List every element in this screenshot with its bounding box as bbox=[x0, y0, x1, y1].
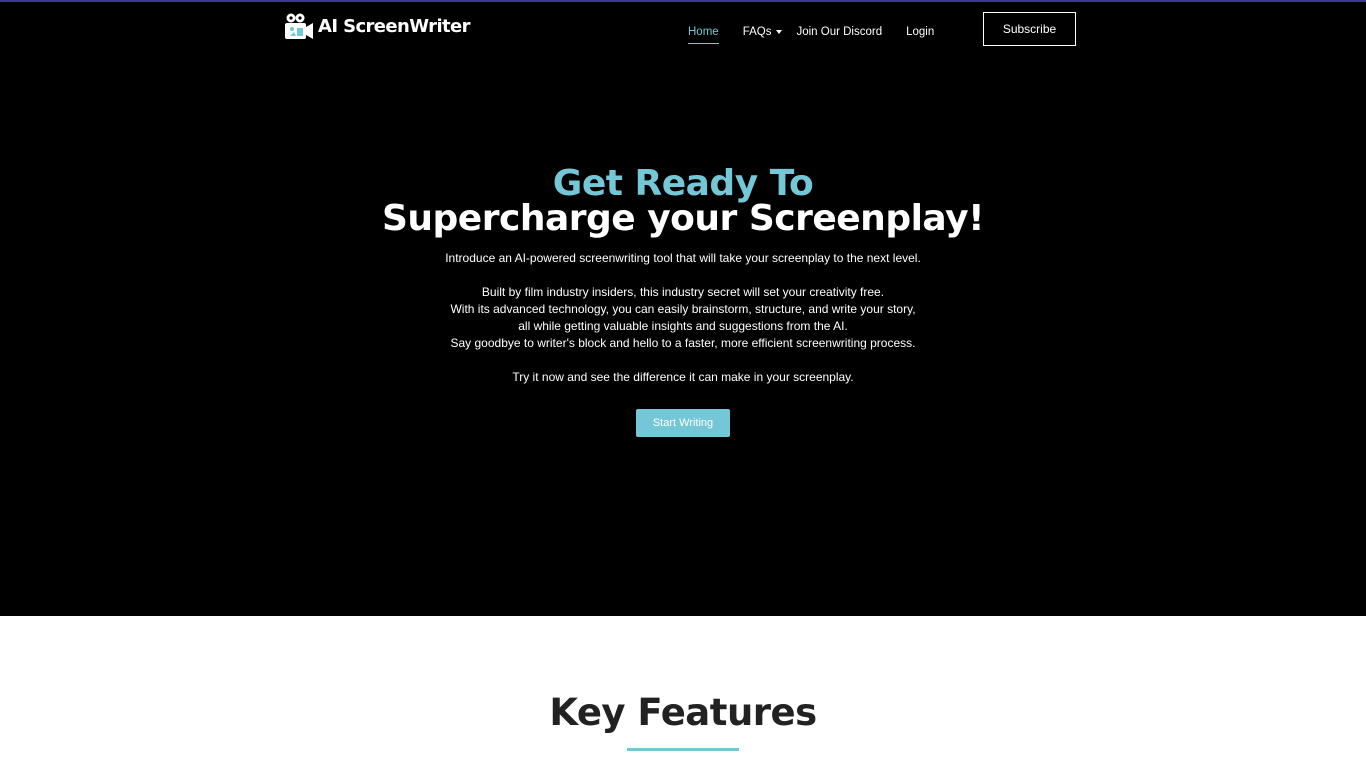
hero-body-line: Say goodbye to writer's block and hello … bbox=[450, 336, 916, 350]
hero-closing-text: Try it now and see the difference it can… bbox=[512, 370, 854, 384]
key-features-section: Key Features bbox=[0, 616, 1366, 768]
title-underline bbox=[627, 748, 739, 751]
hero-body-line: With its advanced technology, you can ea… bbox=[450, 302, 916, 316]
film-camera-icon bbox=[285, 13, 313, 39]
nav-home-link[interactable]: Home bbox=[688, 23, 719, 44]
hero-body-line: all while getting valuable insights and … bbox=[518, 319, 848, 333]
hero-intro-text: Introduce an AI-powered screenwriting to… bbox=[445, 251, 921, 265]
nav-faqs-dropdown[interactable]: FAQs bbox=[743, 23, 783, 41]
hero-headline-line-2: Supercharge your Screenplay! bbox=[381, 198, 985, 239]
brand-name: AI ScreenWriter bbox=[318, 16, 471, 37]
nav-discord-link[interactable]: Join Our Discord bbox=[796, 23, 882, 41]
nav-links: Home FAQs Join Our Discord Login bbox=[688, 20, 934, 44]
key-features-title: Key Features bbox=[549, 691, 817, 734]
navbar: AI ScreenWriter Home FAQs Join Our Disco… bbox=[283, 10, 1076, 50]
hero-content: Get Ready To Supercharge your Screenplay… bbox=[0, 162, 1366, 437]
nav-faqs-label: FAQs bbox=[742, 26, 772, 38]
start-writing-button[interactable]: Start Writing bbox=[636, 409, 730, 437]
subscribe-button[interactable]: Subscribe bbox=[983, 12, 1076, 46]
hero-body-text: Built by film industry insiders, this in… bbox=[0, 284, 1366, 352]
brand-logo[interactable]: AI ScreenWriter bbox=[283, 12, 471, 42]
hero-section: AI ScreenWriter Home FAQs Join Our Disco… bbox=[0, 0, 1366, 616]
hero-body-line: Built by film industry insiders, this in… bbox=[481, 285, 885, 299]
caret-down-icon bbox=[776, 30, 783, 34]
nav-login-link[interactable]: Login bbox=[906, 23, 934, 41]
